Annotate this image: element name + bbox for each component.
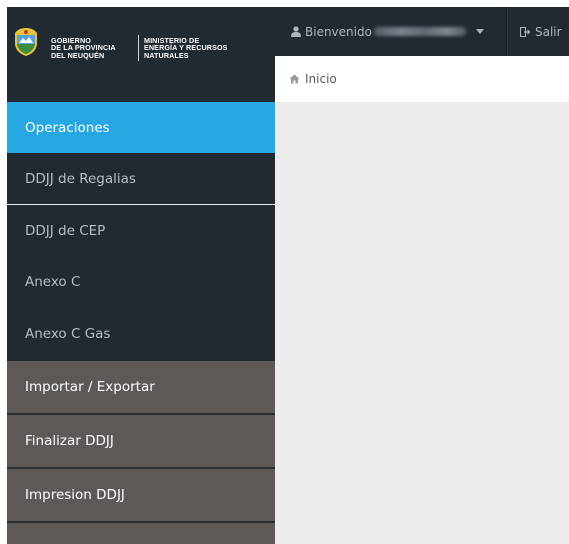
sidebar-group-finalizar-ddjj[interactable]: Finalizar DDJJ (7, 415, 275, 469)
sidebar-group-next[interactable] (7, 523, 275, 544)
brand-divider (138, 35, 139, 61)
brand-ministry-text: MINISTERIO DE ENERGÍA Y RECURSOS NATURAL… (144, 37, 264, 60)
logout-link[interactable]: Salir (507, 7, 569, 56)
sidebar-group-impresion-ddjj[interactable]: Impresion DDJJ (7, 469, 275, 523)
app-window: GOBIERNO DE LA PROVINCIA DEL NEUQUÉN MIN… (7, 7, 569, 544)
sidebar-item-label: Anexo C Gas (25, 326, 111, 342)
redacted-username (373, 27, 466, 36)
sidebar-item-label: Operaciones (25, 119, 110, 136)
brand-logo[interactable]: GOBIERNO DE LA PROVINCIA DEL NEUQUÉN MIN… (7, 7, 275, 102)
sidebar-item-label: Impresion DDJJ (25, 487, 125, 503)
brand-line: NATURALES (144, 50, 189, 60)
user-icon (291, 26, 301, 37)
sign-out-icon (520, 26, 530, 37)
sidebar-item-ddjj-regalias[interactable]: DDJJ de Regalias (7, 153, 275, 204)
sidebar: Operaciones DDJJ de Regalias DDJJ de CEP… (7, 102, 275, 544)
sidebar-item-label: Importar / Exportar (25, 379, 155, 395)
caret-down-icon (475, 29, 484, 34)
sidebar-item-anexo-c-gas[interactable]: Anexo C Gas (7, 307, 275, 361)
brand-line: DEL NEUQUÉN (51, 50, 105, 60)
sidebar-item-label: DDJJ de CEP (25, 222, 106, 239)
sidebar-item-label: DDJJ de Regalias (25, 170, 136, 187)
sidebar-item-anexo-c[interactable]: Anexo C (7, 256, 275, 307)
user-menu-dropdown[interactable]: Bienvenido (275, 7, 507, 56)
welcome-label: Bienvenido (305, 24, 372, 39)
sidebar-item-label: Finalizar DDJJ (25, 433, 114, 449)
sidebar-item-ddjj-cep[interactable]: DDJJ de CEP (7, 205, 275, 256)
home-icon (289, 74, 300, 84)
brand-government-text: GOBIERNO DE LA PROVINCIA DEL NEUQUÉN (51, 37, 133, 60)
sidebar-item-operaciones[interactable]: Operaciones (7, 102, 275, 153)
sidebar-item-label: Anexo C (25, 273, 81, 290)
logout-label: Salir (535, 24, 562, 39)
breadcrumb-home-link[interactable]: Inicio (305, 72, 337, 86)
provincial-shield-icon (15, 28, 37, 56)
sidebar-group-importar-exportar[interactable]: Importar / Exportar (7, 361, 275, 415)
breadcrumb: Inicio (275, 56, 569, 102)
